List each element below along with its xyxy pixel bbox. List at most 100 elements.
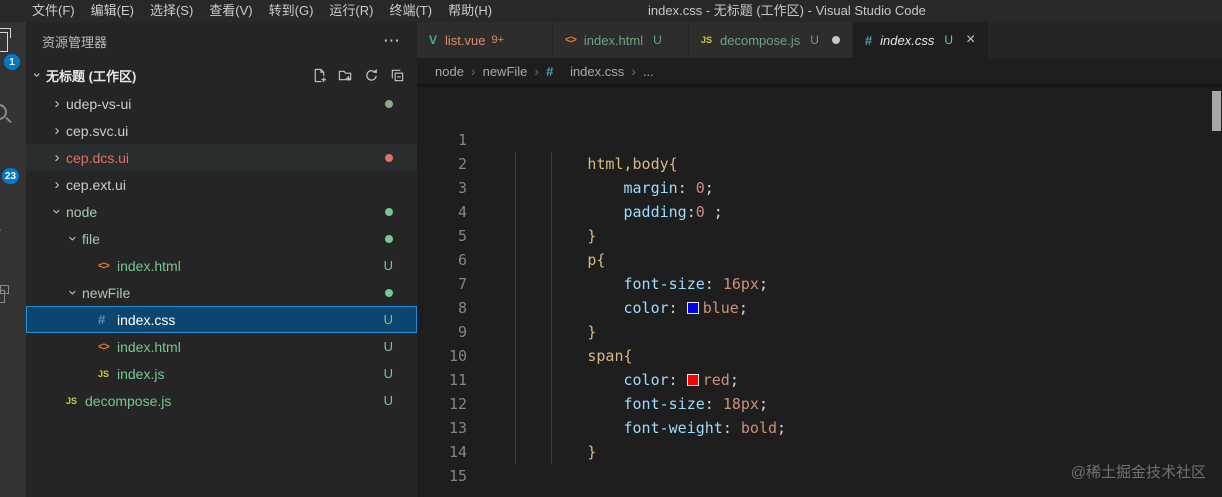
menu-bar: 文件(F) 编辑(E) 选择(S) 查看(V) 转到(G) 运行(R) 终端(T) 帮助(H) (0, 0, 500, 22)
tree-item-index.js[interactable]: JS index.js U (26, 360, 417, 387)
code-token: 0 (695, 179, 705, 197)
extensions-icon[interactable] (0, 285, 9, 303)
line-number: 12 (448, 395, 467, 413)
css-file-icon: # (864, 32, 873, 48)
breadcrumb-item[interactable]: node (435, 64, 464, 79)
row-decorations: U (384, 312, 393, 327)
file-tree: › udep-vs-ui › cep.svc.ui › cep.dcs.ui › cep.ex… (26, 90, 417, 414)
tree-item-cep.svc.ui[interactable]: › cep.svc.ui (26, 117, 417, 144)
chevron-right-icon: › (534, 63, 540, 79)
code-token: : (686, 203, 696, 221)
git-status-badge: U (383, 312, 393, 327)
code-line: 12 font-size: 18px; (417, 392, 1222, 416)
code-token: : (668, 371, 687, 389)
code-token: margin (623, 179, 678, 197)
code-token: ; (704, 179, 714, 197)
sidebar-header: 资源管理器 ⋯ (26, 22, 417, 60)
code-line: 4 padding:0 ; (417, 200, 1222, 224)
code-token: ; (758, 395, 768, 413)
tree-item-decompose.js[interactable]: JS decompose.js U (26, 387, 417, 414)
code-editor[interactable]: 12 html,body{3 margin: 0; 4 padding:0 ; 5 … (417, 84, 1222, 497)
problems-badge: 9+ (491, 34, 505, 46)
html-file-icon: <> (565, 34, 577, 46)
code-token: ; (704, 203, 723, 221)
tab-decompose.js[interactable]: JS decompose.js U (689, 22, 852, 58)
menu-item[interactable]: 运行(R) (321, 0, 381, 22)
menu-item[interactable]: 查看(V) (201, 0, 260, 22)
new-file-icon[interactable] (310, 66, 329, 85)
line-content: } (479, 320, 596, 344)
tab-index.html[interactable]: <> index.html U (553, 22, 688, 58)
tab-index.css[interactable]: # index.css U × (852, 22, 988, 58)
js-file-icon: JS (701, 35, 713, 45)
row-decorations: U (384, 339, 393, 354)
tree-item-cep.ext.ui[interactable]: › cep.ext.ui (26, 171, 417, 198)
line-content: span{ (479, 344, 632, 368)
menu-item[interactable]: 终端(T) (381, 0, 440, 22)
menu-item[interactable]: 帮助(H) (440, 0, 500, 22)
code-token: 16px (722, 275, 759, 293)
tree-item-udep-vs-ui[interactable]: › udep-vs-ui (26, 90, 417, 117)
search-icon[interactable] (0, 104, 7, 120)
menu-item[interactable]: 编辑(E) (83, 0, 142, 22)
breadcrumb-item[interactable]: ... (643, 64, 654, 79)
row-decorations: U (384, 393, 393, 408)
html-file-icon: <> (98, 259, 110, 272)
tab-list.vue[interactable]: Vlist.vue 9+ (417, 22, 552, 58)
tabs-bar: Vlist.vue 9+ <> index.html U JS decompose.js U #… (417, 22, 1222, 58)
menu-item[interactable]: 文件(F) (24, 0, 83, 22)
js-file-icon: JS (66, 395, 78, 406)
tree-item-index.css[interactable]: # index.css U (26, 306, 417, 333)
chevron-expanded-icon: › (64, 290, 82, 295)
tree-item-cep.dcs.ui[interactable]: › cep.dcs.ui (26, 144, 417, 171)
code-token: : (722, 419, 741, 437)
line-content: color: blue; (479, 296, 748, 320)
tree-item-index.html[interactable]: <> index.html U (26, 333, 417, 360)
run-debug-icon[interactable] (0, 222, 1, 238)
tab-label: index.html (583, 32, 644, 48)
tree-item-newFile[interactable]: › newFile (26, 279, 417, 306)
breadcrumb-label: index.css (570, 63, 625, 79)
code-token: : (704, 275, 723, 293)
git-status-badge: U (653, 33, 662, 47)
tree-item-index.html[interactable]: <> index.html U (26, 252, 417, 279)
breadcrumb-label: newFile (482, 63, 528, 79)
line-content: font-weight: bold; (479, 416, 787, 440)
code-token: : (668, 299, 687, 317)
workspace-section-header[interactable]: › 无标题 (工作区) (26, 60, 417, 90)
collapse-all-icon[interactable] (388, 66, 407, 85)
line-number: 1 (457, 131, 467, 149)
explorer-icon[interactable] (0, 28, 11, 52)
tree-item-label: udep-vs-ui (66, 95, 132, 112)
tree-item-file[interactable]: › file (26, 225, 417, 252)
scrollbar-thumb[interactable] (1212, 91, 1221, 131)
vscode-window: 文件(F) 编辑(E) 选择(S) 查看(V) 转到(G) 运行(R) 终端(T) 帮助(H)… (0, 0, 1222, 497)
menu-item[interactable]: 选择(S) (142, 0, 201, 22)
code-token: color (623, 299, 669, 317)
new-folder-icon[interactable] (336, 66, 355, 85)
menu-item[interactable]: 转到(G) (261, 0, 322, 22)
git-status-dot (385, 288, 393, 297)
git-status-badge: U (944, 33, 954, 47)
tab-label: index.css (880, 32, 935, 48)
tree-item-node[interactable]: › node (26, 198, 417, 225)
close-icon[interactable]: × (966, 32, 975, 48)
code-line: 9 } (417, 320, 1222, 344)
git-status-dot (385, 207, 393, 216)
html-file-icon: <> (98, 340, 110, 353)
row-decorations (385, 207, 393, 216)
refresh-icon[interactable] (362, 66, 381, 85)
code-token: color (623, 371, 669, 389)
code-token: ; (738, 299, 748, 317)
code-line: 1 (417, 128, 1222, 152)
css-file-icon: # (98, 312, 106, 327)
git-status-dot (385, 99, 393, 108)
more-actions-icon[interactable]: ⋯ (383, 31, 401, 51)
code-token: p{ (587, 251, 606, 269)
breadcrumb-item[interactable]: # index.css (546, 64, 624, 79)
git-status-dot (385, 234, 393, 243)
tree-item-label: index.html (117, 338, 181, 355)
row-decorations: U (384, 366, 393, 381)
code-line: 11 color: red; (417, 368, 1222, 392)
breadcrumb-item[interactable]: newFile (483, 64, 528, 79)
